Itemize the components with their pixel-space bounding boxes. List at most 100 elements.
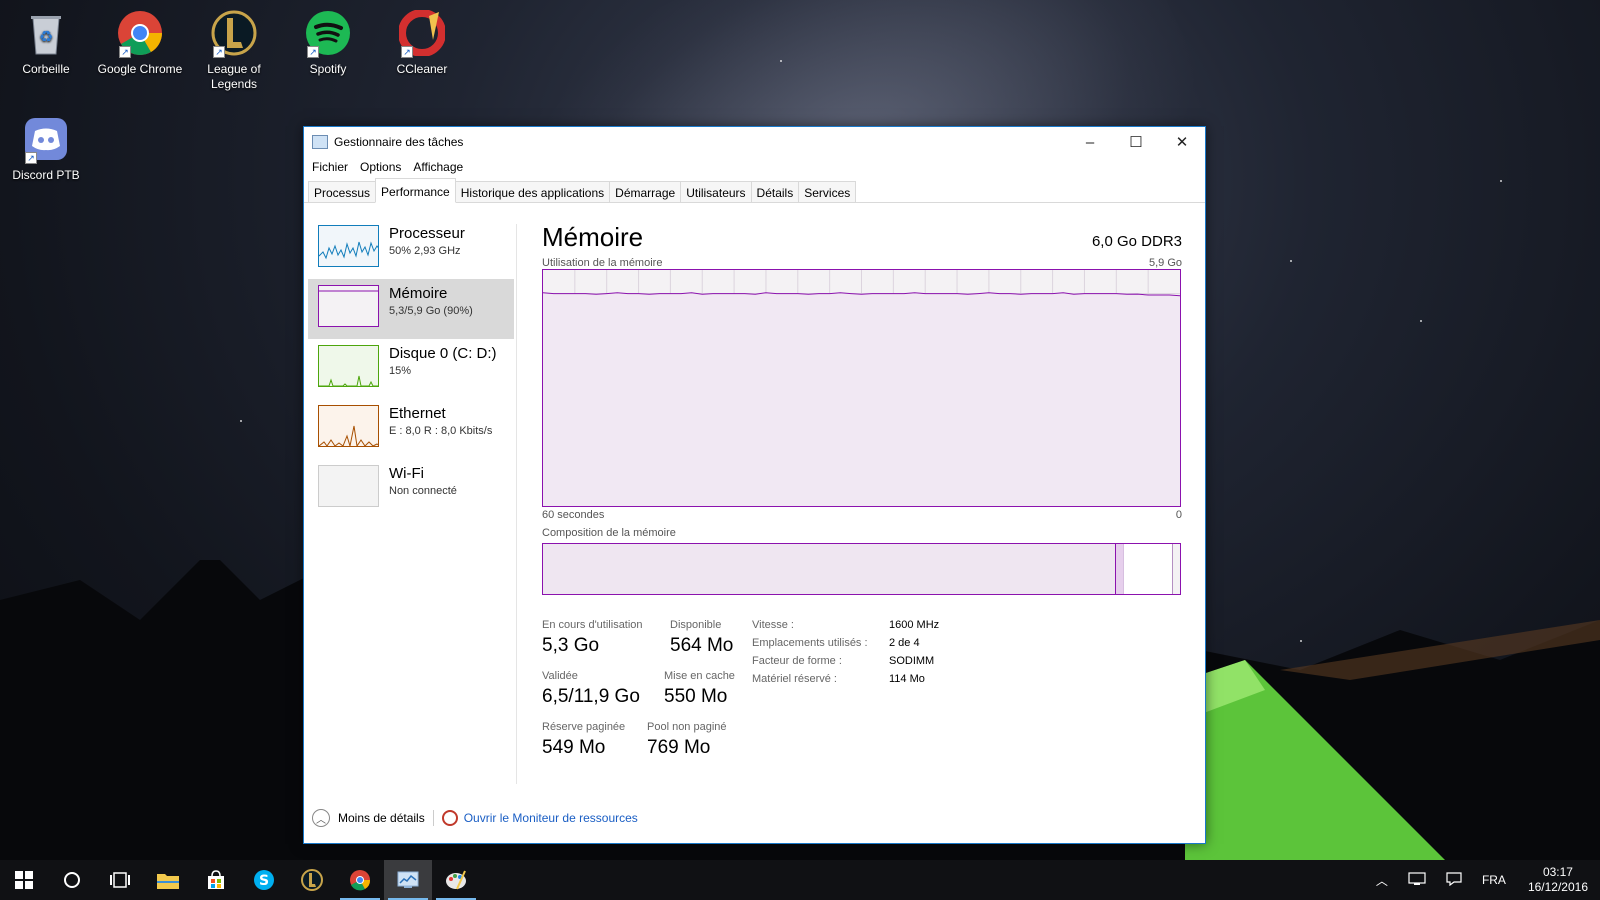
network-icon[interactable] bbox=[1398, 871, 1436, 889]
tab-performance[interactable]: Performance bbox=[375, 178, 456, 203]
ccleaner-icon: ↗ bbox=[398, 9, 446, 58]
sidebar-item-label: Processeur bbox=[389, 225, 465, 242]
svg-text:S: S bbox=[259, 873, 269, 889]
paged-pool-label: Réserve paginée bbox=[542, 721, 626, 733]
composition-in-use bbox=[543, 544, 1117, 594]
in-use-label: En cours d'utilisation bbox=[542, 619, 643, 631]
tab-demarrage[interactable]: Démarrage bbox=[609, 181, 682, 202]
cached-value: 550 Mo bbox=[664, 686, 728, 707]
tent-image bbox=[1185, 660, 1445, 860]
tab-utilisateurs[interactable]: Utilisateurs bbox=[680, 181, 752, 202]
start-button[interactable] bbox=[0, 860, 48, 900]
footer-bar: ︿ Moins de détails Ouvrir le Moniteur de… bbox=[312, 809, 638, 827]
store-icon bbox=[208, 870, 224, 889]
taskbar-chrome[interactable] bbox=[336, 860, 384, 900]
composition-standby bbox=[1123, 544, 1173, 594]
desktop-icon-label: Google Chrome bbox=[97, 62, 183, 76]
sidebar-item-sublabel: 5,3/5,9 Go (90%) bbox=[389, 305, 473, 317]
tab-details[interactable]: Détails bbox=[750, 181, 800, 202]
desktop-icon-discord-ptb[interactable]: ↗ Discord PTB bbox=[0, 116, 92, 183]
system-tray: ︿ FRA 03:17 16/12/2016 bbox=[1366, 860, 1600, 900]
title-bar[interactable]: Gestionnaire des tâches – ☐ ✕ bbox=[304, 127, 1205, 157]
memory-stats: En cours d'utilisation 5,3 Go Disponible… bbox=[542, 619, 1182, 769]
clock-time: 03:17 bbox=[1542, 865, 1573, 879]
chevron-up-icon[interactable]: ︿ bbox=[312, 809, 330, 827]
menu-affichage[interactable]: Affichage bbox=[409, 160, 471, 174]
available-value: 564 Mo bbox=[670, 635, 734, 656]
taskbar-league-of-legends[interactable] bbox=[288, 860, 336, 900]
composition-label: Composition de la mémoire bbox=[542, 527, 676, 539]
close-button[interactable]: ✕ bbox=[1159, 127, 1205, 157]
task-manager-icon bbox=[397, 871, 419, 888]
language-indicator[interactable]: FRA bbox=[1472, 873, 1516, 887]
memory-usage-chart bbox=[542, 269, 1181, 507]
window-title: Gestionnaire des tâches bbox=[334, 135, 464, 149]
paint-icon bbox=[446, 870, 466, 890]
desktop-icon-spotify[interactable]: ↗ Spotify bbox=[282, 10, 374, 77]
desktop-icon-recycle-bin[interactable]: ♻ Corbeille bbox=[0, 10, 92, 77]
star bbox=[780, 60, 782, 62]
league-of-legends-icon: ↗ bbox=[211, 10, 257, 58]
sidebar-item-memoire[interactable]: Mémoire 5,3/5,9 Go (90%) bbox=[308, 279, 514, 339]
sidebar-item-label: Disque 0 (C: D:) bbox=[389, 345, 497, 362]
in-use-value: 5,3 Go bbox=[542, 635, 600, 656]
memory-usage-area bbox=[543, 292, 1180, 506]
shortcut-arrow-icon: ↗ bbox=[307, 46, 319, 58]
spec-value: 2 de 4 bbox=[889, 637, 920, 649]
menu-bar: Fichier Options Affichage bbox=[304, 157, 1205, 177]
search-button[interactable] bbox=[48, 860, 96, 900]
taskbar-skype[interactable]: S bbox=[240, 860, 288, 900]
chevron-up-icon[interactable]: ︿ bbox=[1366, 872, 1398, 889]
minimize-button[interactable]: – bbox=[1067, 127, 1113, 157]
performance-content: Processeur 50% 2,93 GHz Mémoire 5,3/5,9 … bbox=[304, 204, 1205, 843]
panel-divider bbox=[516, 224, 517, 784]
desktop-icon-ccleaner[interactable]: ↗ CCleaner bbox=[376, 9, 468, 77]
sidebar-item-sublabel: 15% bbox=[389, 365, 412, 377]
page-title: Mémoire bbox=[542, 222, 644, 252]
desktop-icon-chrome[interactable]: ↗ Google Chrome bbox=[94, 10, 186, 77]
desktop-icon-label: CCleaner bbox=[396, 62, 448, 76]
spec-value: SODIMM bbox=[889, 655, 935, 667]
taskbar-paint[interactable] bbox=[432, 860, 480, 900]
spec-key: Emplacements utilisés : bbox=[752, 637, 868, 649]
desktop-icon-label: League of Legends bbox=[207, 62, 261, 91]
star bbox=[1300, 640, 1302, 642]
search-icon bbox=[64, 872, 80, 888]
sidebar-item-wifi[interactable]: Wi-Fi Non connecté bbox=[308, 459, 514, 519]
memory-thumbnail bbox=[318, 285, 379, 327]
windows-logo-icon bbox=[15, 871, 33, 889]
taskbar-file-explorer[interactable] bbox=[144, 860, 192, 900]
spec-key: Vitesse : bbox=[752, 619, 794, 631]
menu-fichier[interactable]: Fichier bbox=[308, 160, 356, 174]
chrome-icon: ↗ bbox=[117, 10, 163, 58]
shortcut-arrow-icon: ↗ bbox=[119, 46, 131, 58]
clock[interactable]: 03:17 16/12/2016 bbox=[1516, 865, 1600, 895]
less-details-link[interactable]: Moins de détails bbox=[338, 811, 425, 825]
ethernet-thumbnail bbox=[318, 405, 379, 447]
chart-max-label: 5,9 Go bbox=[1148, 257, 1182, 269]
sidebar-item-processeur[interactable]: Processeur 50% 2,93 GHz bbox=[308, 219, 514, 279]
cached-label: Mise en cache bbox=[664, 670, 735, 682]
file-explorer-icon bbox=[157, 874, 179, 889]
tab-processus[interactable]: Processus bbox=[308, 181, 377, 202]
memory-spec: 6,0 Go DDR3 bbox=[1091, 233, 1182, 250]
spec-value: 1600 MHz bbox=[889, 619, 940, 631]
sidebar-item-ethernet[interactable]: Ethernet E : 8,0 R : 8,0 Kbits/s bbox=[308, 399, 514, 459]
taskbar-store[interactable] bbox=[192, 860, 240, 900]
star bbox=[1420, 320, 1422, 322]
shortcut-arrow-icon: ↗ bbox=[25, 152, 37, 164]
menu-options[interactable]: Options bbox=[356, 160, 409, 174]
action-center-icon[interactable] bbox=[1436, 871, 1472, 889]
cpu-thumbnail bbox=[318, 225, 379, 267]
task-view-button[interactable] bbox=[96, 860, 144, 900]
spotify-icon: ↗ bbox=[305, 10, 351, 58]
open-resource-monitor-link[interactable]: Ouvrir le Moniteur de ressources bbox=[464, 811, 638, 825]
sidebar-item-disque[interactable]: Disque 0 (C: D:) 15% bbox=[308, 339, 514, 399]
maximize-button[interactable]: ☐ bbox=[1113, 127, 1159, 157]
tab-historique[interactable]: Historique des applications bbox=[454, 181, 611, 202]
taskbar-task-manager[interactable] bbox=[384, 860, 432, 900]
paged-pool-value: 549 Mo bbox=[542, 737, 606, 758]
tab-services[interactable]: Services bbox=[798, 181, 857, 202]
spec-key: Matériel réservé : bbox=[752, 673, 837, 685]
desktop-icon-league-of-legends[interactable]: ↗ League of Legends bbox=[188, 10, 280, 92]
